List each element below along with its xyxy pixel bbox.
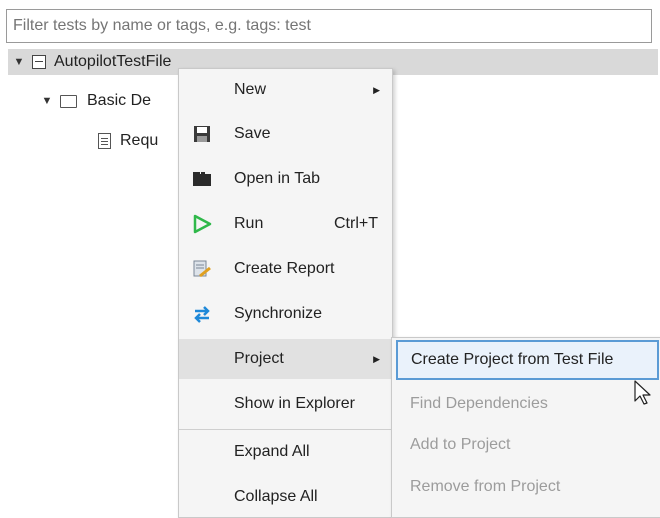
- mouse-pointer-icon: [634, 380, 651, 405]
- menu-item-label: Open in Tab: [234, 170, 320, 187]
- menu-item-synchronize[interactable]: Synchronize: [179, 294, 392, 334]
- tree-row-requirement[interactable]: Requ: [98, 128, 158, 154]
- menu-item-label: Expand All: [234, 443, 310, 460]
- submenu-arrow-icon: ▶: [373, 353, 380, 364]
- submenu-item-label: Remove from Project: [410, 478, 561, 495]
- test-filter-input[interactable]: [6, 9, 652, 43]
- run-shortcut: Ctrl+T: [334, 215, 378, 232]
- submenu-item-label: Add to Project: [410, 436, 511, 453]
- tree-child-label: Basic De: [87, 92, 152, 109]
- floppy-disk-icon: [191, 123, 213, 145]
- sync-arrows-icon: [191, 303, 213, 325]
- folder-icon: [60, 94, 77, 108]
- expand-caret-icon[interactable]: ▼: [12, 56, 26, 68]
- menu-item-label: New: [234, 81, 267, 98]
- test-case-icon: [98, 133, 111, 149]
- submenu-item-find-dependencies[interactable]: Find Dependencies: [392, 384, 660, 424]
- project-submenu: Create Project from Test File Find Depen…: [391, 337, 660, 518]
- submenu-arrow-icon: ▶: [373, 84, 380, 95]
- report-icon: [191, 258, 213, 280]
- tree-leaf-label: Requ: [120, 132, 159, 149]
- submenu-item-label: Create Project from Test File: [411, 351, 614, 368]
- context-menu: New ▶ Save Open in Tab Run Ctrl+T Create…: [178, 68, 393, 518]
- menu-item-label: Show in Explorer: [234, 395, 355, 412]
- submenu-item-add-to-project[interactable]: Add to Project: [392, 425, 660, 465]
- menu-item-collapse-all[interactable]: Collapse All: [179, 477, 392, 517]
- menu-item-new[interactable]: New ▶: [179, 70, 392, 110]
- test-file-icon: [32, 55, 46, 69]
- menu-item-label: Synchronize: [234, 305, 323, 322]
- menu-item-label: Create Report: [234, 260, 335, 277]
- menu-item-project[interactable]: Project ▶: [179, 339, 392, 379]
- tree-row-basic-design[interactable]: ▼ Basic De: [40, 88, 151, 114]
- menu-separator: [179, 429, 392, 430]
- tab-icon: [191, 168, 213, 190]
- menu-item-label: Run: [234, 215, 264, 232]
- menu-item-label: Save: [234, 125, 271, 142]
- menu-item-label: Project: [234, 350, 284, 367]
- menu-item-expand-all[interactable]: Expand All: [179, 432, 392, 472]
- submenu-item-remove-from-project[interactable]: Remove from Project: [392, 467, 660, 507]
- menu-item-label: Collapse All: [234, 488, 318, 505]
- expand-caret-icon[interactable]: ▼: [40, 95, 54, 107]
- play-icon: [191, 213, 213, 235]
- menu-item-open-in-tab[interactable]: Open in Tab: [179, 159, 392, 199]
- submenu-item-create-project[interactable]: Create Project from Test File: [396, 340, 659, 380]
- tree-root-label: AutopilotTestFile: [54, 53, 172, 70]
- menu-item-create-report[interactable]: Create Report: [179, 249, 392, 289]
- menu-item-run[interactable]: Run Ctrl+T: [179, 204, 392, 244]
- submenu-item-label: Find Dependencies: [410, 395, 548, 412]
- menu-item-show-in-explorer[interactable]: Show in Explorer: [179, 384, 392, 424]
- menu-item-save[interactable]: Save: [179, 114, 392, 154]
